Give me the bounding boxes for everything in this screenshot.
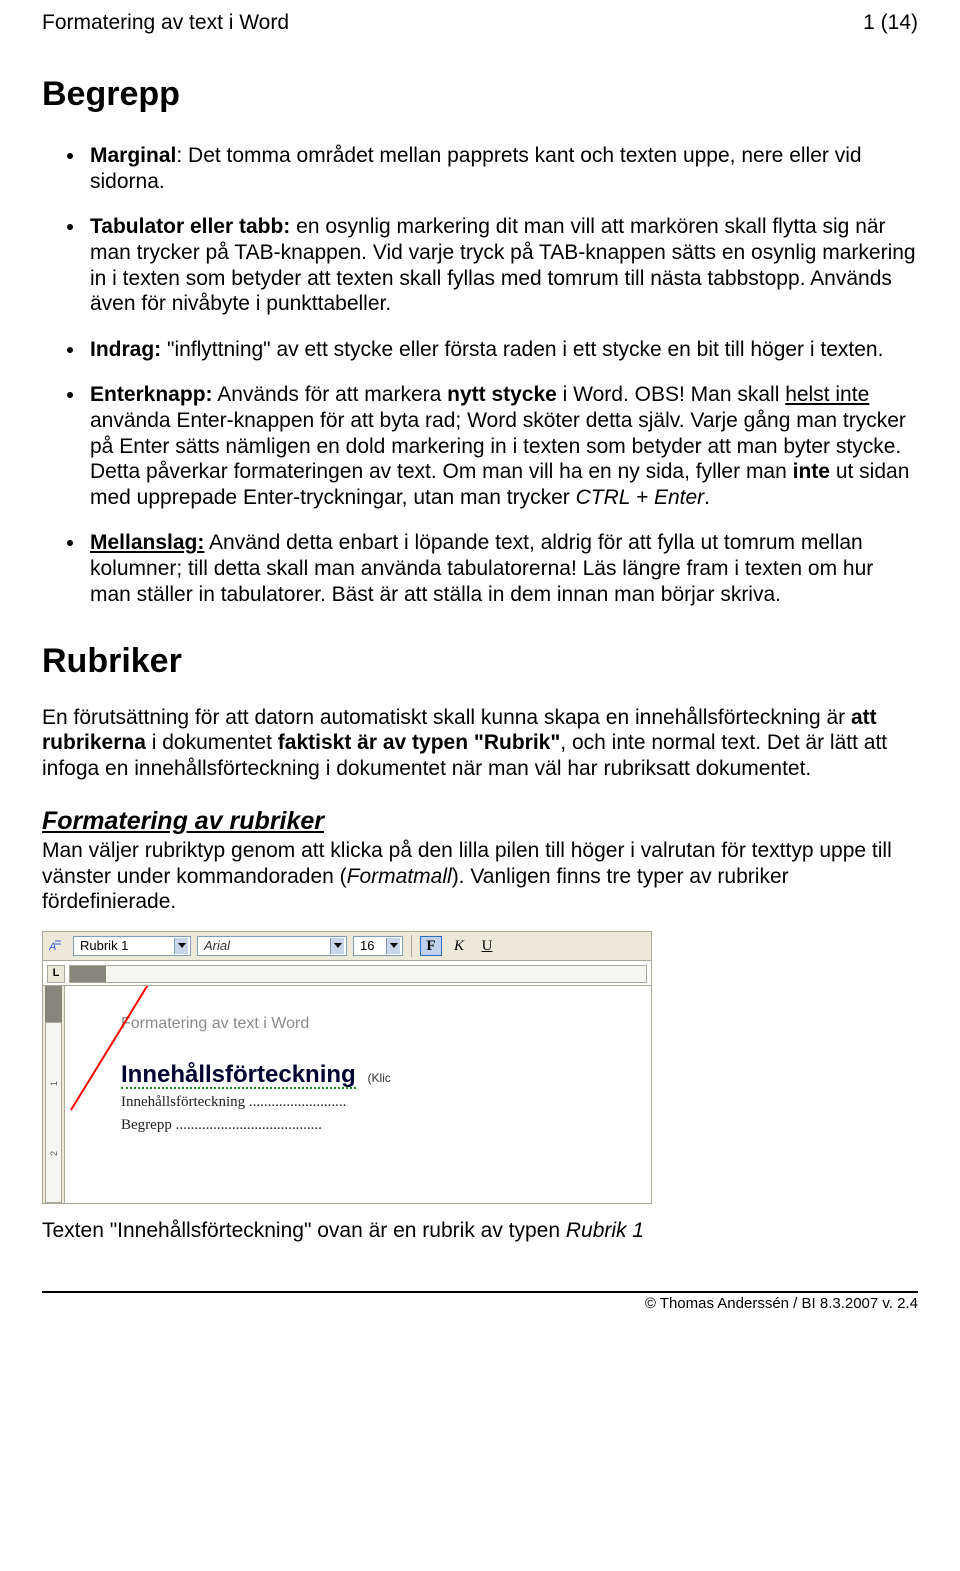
bold-label: F xyxy=(426,937,435,955)
header-left: Formatering av text i Word xyxy=(42,10,289,36)
text: Texten "Innehållsförteckning" ovan är en… xyxy=(42,1219,566,1242)
term-indrag: Indrag: xyxy=(90,338,161,361)
svg-text:A: A xyxy=(49,941,56,953)
term-mellanslag: Mellanslag: xyxy=(90,531,204,554)
text: använda Enter-knappen för att byta rad; … xyxy=(90,409,906,483)
list-item: Marginal: Det tomma området mellan pappr… xyxy=(86,143,918,194)
text: CTRL + Enter xyxy=(576,486,705,509)
bold-button[interactable]: F xyxy=(420,936,442,956)
text: . xyxy=(704,486,710,509)
text: inte xyxy=(793,460,830,483)
style-select-value: Rubrik 1 xyxy=(80,938,128,954)
page-footer: © Thomas Anderssén / BI 8.3.2007 v. 2.4 xyxy=(42,1291,918,1313)
text: Rubrik 1 xyxy=(566,1219,644,1242)
list-item: Enterknapp: Används för att markera nytt… xyxy=(86,382,918,510)
italic-label: K xyxy=(454,937,464,955)
text: Formatmall xyxy=(347,865,452,888)
style-pane-icon[interactable]: A xyxy=(47,937,67,955)
word-document-area: 1 2 Formatering av text i Word Innehålls… xyxy=(42,986,652,1204)
footer-text: © Thomas Anderssén / BI 8.3.2007 v. 2.4 xyxy=(645,1295,918,1312)
header-right: 1 (14) xyxy=(863,10,918,36)
text: i dokumentet xyxy=(146,731,278,754)
horizontal-ruler[interactable] xyxy=(69,965,647,983)
ruler-row: L xyxy=(42,961,652,986)
annotation-arrow xyxy=(65,986,237,1120)
figure-caption: Texten "Innehållsförteckning" ovan är en… xyxy=(42,1218,918,1244)
term-marginal: Marginal xyxy=(90,144,176,167)
size-select-value: 16 xyxy=(360,938,374,954)
heading-formatering: Formatering av rubriker xyxy=(42,806,918,837)
size-select[interactable]: 16 xyxy=(353,936,403,956)
list-item: Mellanslag: Använd detta enbart i löpand… xyxy=(86,530,918,607)
term-enterknapp: Enterknapp: xyxy=(90,383,213,406)
text: helst inte xyxy=(785,383,869,406)
underline-label: U xyxy=(482,937,493,955)
font-select[interactable]: Arial xyxy=(197,936,347,956)
text: Använd detta enbart i löpande text, aldr… xyxy=(90,531,873,605)
vertical-ruler[interactable]: 1 2 xyxy=(43,986,65,1203)
chevron-down-icon[interactable] xyxy=(386,938,400,954)
word-screenshot: A Rubrik 1 Arial 16 F K U L xyxy=(42,931,652,1204)
underline-button[interactable]: U xyxy=(476,936,498,956)
italic-button[interactable]: K xyxy=(448,936,470,956)
word-toolbar: A Rubrik 1 Arial 16 F K U xyxy=(42,931,652,961)
separator xyxy=(411,935,412,957)
doc-klic: (Klic xyxy=(368,1071,391,1085)
text: i Word. OBS! Man skall xyxy=(557,383,785,406)
chevron-down-icon[interactable] xyxy=(330,938,344,954)
text: : Det tomma området mellan papprets kant… xyxy=(90,144,862,193)
term-tabulator: Tabulator eller tabb: xyxy=(90,215,290,238)
heading-rubriker: Rubriker xyxy=(42,641,918,682)
page-header: Formatering av text i Word 1 (14) xyxy=(42,10,918,36)
paragraph: En förutsättning för att datorn automati… xyxy=(42,705,918,782)
concept-list: Marginal: Det tomma området mellan pappr… xyxy=(42,143,918,607)
text: nytt stycke xyxy=(447,383,557,406)
list-item: Tabulator eller tabb: en osynlig markeri… xyxy=(86,214,918,316)
word-page: Formatering av text i Word Innehållsfört… xyxy=(65,986,651,1203)
heading-begrepp: Begrepp xyxy=(42,74,918,115)
text: faktiskt är av typen "Rubrik" xyxy=(278,731,561,754)
style-select[interactable]: Rubrik 1 xyxy=(73,936,191,956)
font-select-value: Arial xyxy=(204,938,230,954)
text: "inflyttning" av ett stycke eller första… xyxy=(161,338,883,361)
text: En förutsättning för att datorn automati… xyxy=(42,706,851,729)
list-item: Indrag: "inflyttning" av ett stycke elle… xyxy=(86,337,918,363)
chevron-down-icon[interactable] xyxy=(174,938,188,954)
text: Används för att markera xyxy=(213,383,448,406)
tab-align-button[interactable]: L xyxy=(47,965,65,983)
paragraph: Man väljer rubriktyp genom att klicka på… xyxy=(42,838,918,915)
